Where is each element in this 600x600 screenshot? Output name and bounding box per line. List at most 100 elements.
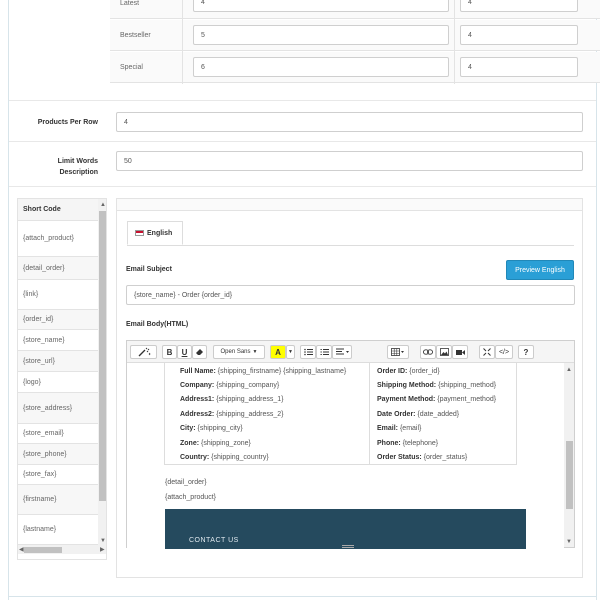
eraser-icon[interactable] (192, 345, 207, 359)
list-item[interactable]: {firstname} (18, 485, 98, 515)
field-value: {telephone} (402, 440, 439, 447)
editor-content[interactable]: Full Name: {shipping_firstname} {shippin… (127, 363, 564, 549)
order-status: Order Status: {order_status} (377, 454, 467, 461)
field-value: {shipping_country} (211, 454, 269, 461)
panel-header (117, 199, 582, 211)
editor-scrollbar-thumb[interactable] (566, 441, 573, 509)
list-item[interactable]: {attach_product} (18, 221, 98, 257)
column-divider (182, 0, 183, 84)
fullscreen-icon[interactable] (479, 345, 495, 359)
short-code-list[interactable]: Short Code {attach_product} {detail_orde… (17, 198, 107, 560)
ordered-list-icon[interactable] (316, 345, 332, 359)
font-family-dropdown[interactable]: Open Sans ▼ (213, 345, 265, 359)
panel-bottom-border (8, 596, 597, 597)
unordered-list-icon[interactable] (300, 345, 316, 359)
tab-english[interactable]: English (127, 221, 183, 245)
preview-english-button[interactable]: Preview English (506, 260, 574, 280)
scroll-left-icon[interactable]: ◀ (19, 547, 24, 553)
row-value-input[interactable]: 4 (193, 0, 449, 12)
field-key: City: (180, 425, 196, 432)
help-button[interactable]: ? (518, 345, 534, 359)
attach-product-placeholder: {attach_product} (165, 494, 216, 501)
shipping-company: Company: {shipping_company} (180, 382, 279, 389)
underline-button[interactable]: U (177, 345, 192, 359)
code-view-button[interactable]: </> (495, 345, 513, 359)
payment-method: Payment Method: {payment_method} (377, 396, 496, 403)
list-item[interactable]: {link} (18, 280, 98, 310)
list-item[interactable]: {store_url} (18, 351, 98, 372)
table-icon[interactable] (387, 345, 409, 359)
panel-right-border (596, 0, 597, 600)
table-row: Latest 4 4 (110, 0, 600, 19)
tab-label: English (147, 229, 173, 237)
html-editor[interactable]: B U Open Sans ▼ A ▼ </> ? Full Name: {sh… (126, 340, 575, 549)
panel-left-border (8, 0, 9, 600)
field-key: Email: (377, 425, 399, 432)
list-item[interactable]: {detail_order} (18, 257, 98, 280)
chevron-down-icon: ▼ (252, 349, 258, 355)
scroll-up-icon[interactable]: ▲ (566, 367, 572, 373)
list-item[interactable]: {logo} (18, 372, 98, 393)
magic-wand-icon[interactable] (130, 345, 157, 359)
row-value-input[interactable]: 4 (460, 25, 578, 45)
list-item[interactable]: {store_fax} (18, 465, 98, 485)
field-value: {shipping_firstname} {shipping_lastname} (217, 368, 347, 375)
limit-words-label: Limit Words Description (10, 156, 98, 178)
paragraph-align-icon[interactable] (332, 345, 352, 359)
font-color-button[interactable]: A (270, 345, 286, 359)
link-icon[interactable] (420, 345, 436, 359)
limit-words-input[interactable]: 50 (116, 151, 583, 171)
row-label: Special (120, 64, 143, 71)
phone: Phone: {telephone} (377, 440, 438, 447)
horizontal-scrollbar-thumb[interactable] (24, 547, 62, 553)
list-item[interactable]: {store_email} (18, 424, 98, 444)
video-icon[interactable] (452, 345, 468, 359)
row-value-input[interactable]: 4 (460, 57, 578, 77)
tab-divider (127, 245, 574, 246)
row-value-input[interactable]: 6 (193, 57, 449, 77)
font-family-value: Open Sans (220, 349, 251, 355)
column-divider (454, 0, 455, 84)
limit-words-label-line2: Description (59, 169, 98, 176)
scroll-up-icon[interactable]: ▲ (100, 202, 106, 208)
bold-button[interactable]: B (162, 345, 177, 359)
email-subject-label: Email Subject (126, 266, 172, 273)
table-row: Special 6 4 (110, 52, 600, 83)
scroll-right-icon[interactable]: ▶ (100, 547, 105, 553)
row-value-input[interactable]: 4 (460, 0, 578, 12)
editor-resize-handle[interactable] (342, 545, 354, 548)
vertical-scrollbar-thumb[interactable] (99, 211, 106, 501)
divider (9, 141, 596, 142)
scroll-down-icon[interactable]: ▼ (100, 538, 106, 544)
field-value: {order_status} (423, 454, 468, 461)
field-value: {order_id} (409, 368, 440, 375)
row-value-input[interactable]: 5 (193, 25, 449, 45)
font-color-dropdown-icon[interactable]: ▼ (286, 345, 295, 359)
row-label: Bestseller (120, 32, 151, 39)
field-key: Zone: (180, 440, 200, 447)
field-value: {shipping_method} (438, 382, 497, 389)
list-item[interactable]: {order_id} (18, 310, 98, 330)
image-icon[interactable] (436, 345, 452, 359)
list-item[interactable]: {store_name} (18, 330, 98, 351)
field-key: Shipping Method: (377, 382, 437, 389)
shipping-full-name: Full Name: {shipping_firstname} {shippin… (180, 368, 346, 375)
list-item[interactable]: {store_address} (18, 393, 98, 424)
field-value: {email} (399, 425, 422, 432)
order-id: Order ID: {order_id} (377, 368, 440, 375)
scroll-down-icon[interactable]: ▼ (566, 539, 572, 545)
detail-order-placeholder: {detail_order} (165, 479, 207, 486)
field-value: {shipping_company} (216, 382, 280, 389)
email-subject-input[interactable]: {store_name} - Order {order_id} (126, 285, 575, 305)
list-item[interactable]: {store_phone} (18, 444, 98, 465)
module-limit-table: Latest 4 4 Bestseller 5 4 Special 6 4 (110, 0, 600, 84)
list-item[interactable]: {lastname} (18, 515, 98, 545)
shipping-city: City: {shipping_city} (180, 425, 243, 432)
field-key: Company: (180, 382, 215, 389)
date-order: Date Order: {date_added} (377, 411, 459, 418)
field-key: Country: (180, 454, 210, 461)
field-value: {payment_method} (437, 396, 497, 403)
email-template-panel: English Email Subject Preview English {s… (116, 198, 583, 578)
products-per-row-input[interactable]: 4 (116, 112, 583, 132)
shipping-address-1: Address1: {shipping_address_1} (180, 396, 284, 403)
